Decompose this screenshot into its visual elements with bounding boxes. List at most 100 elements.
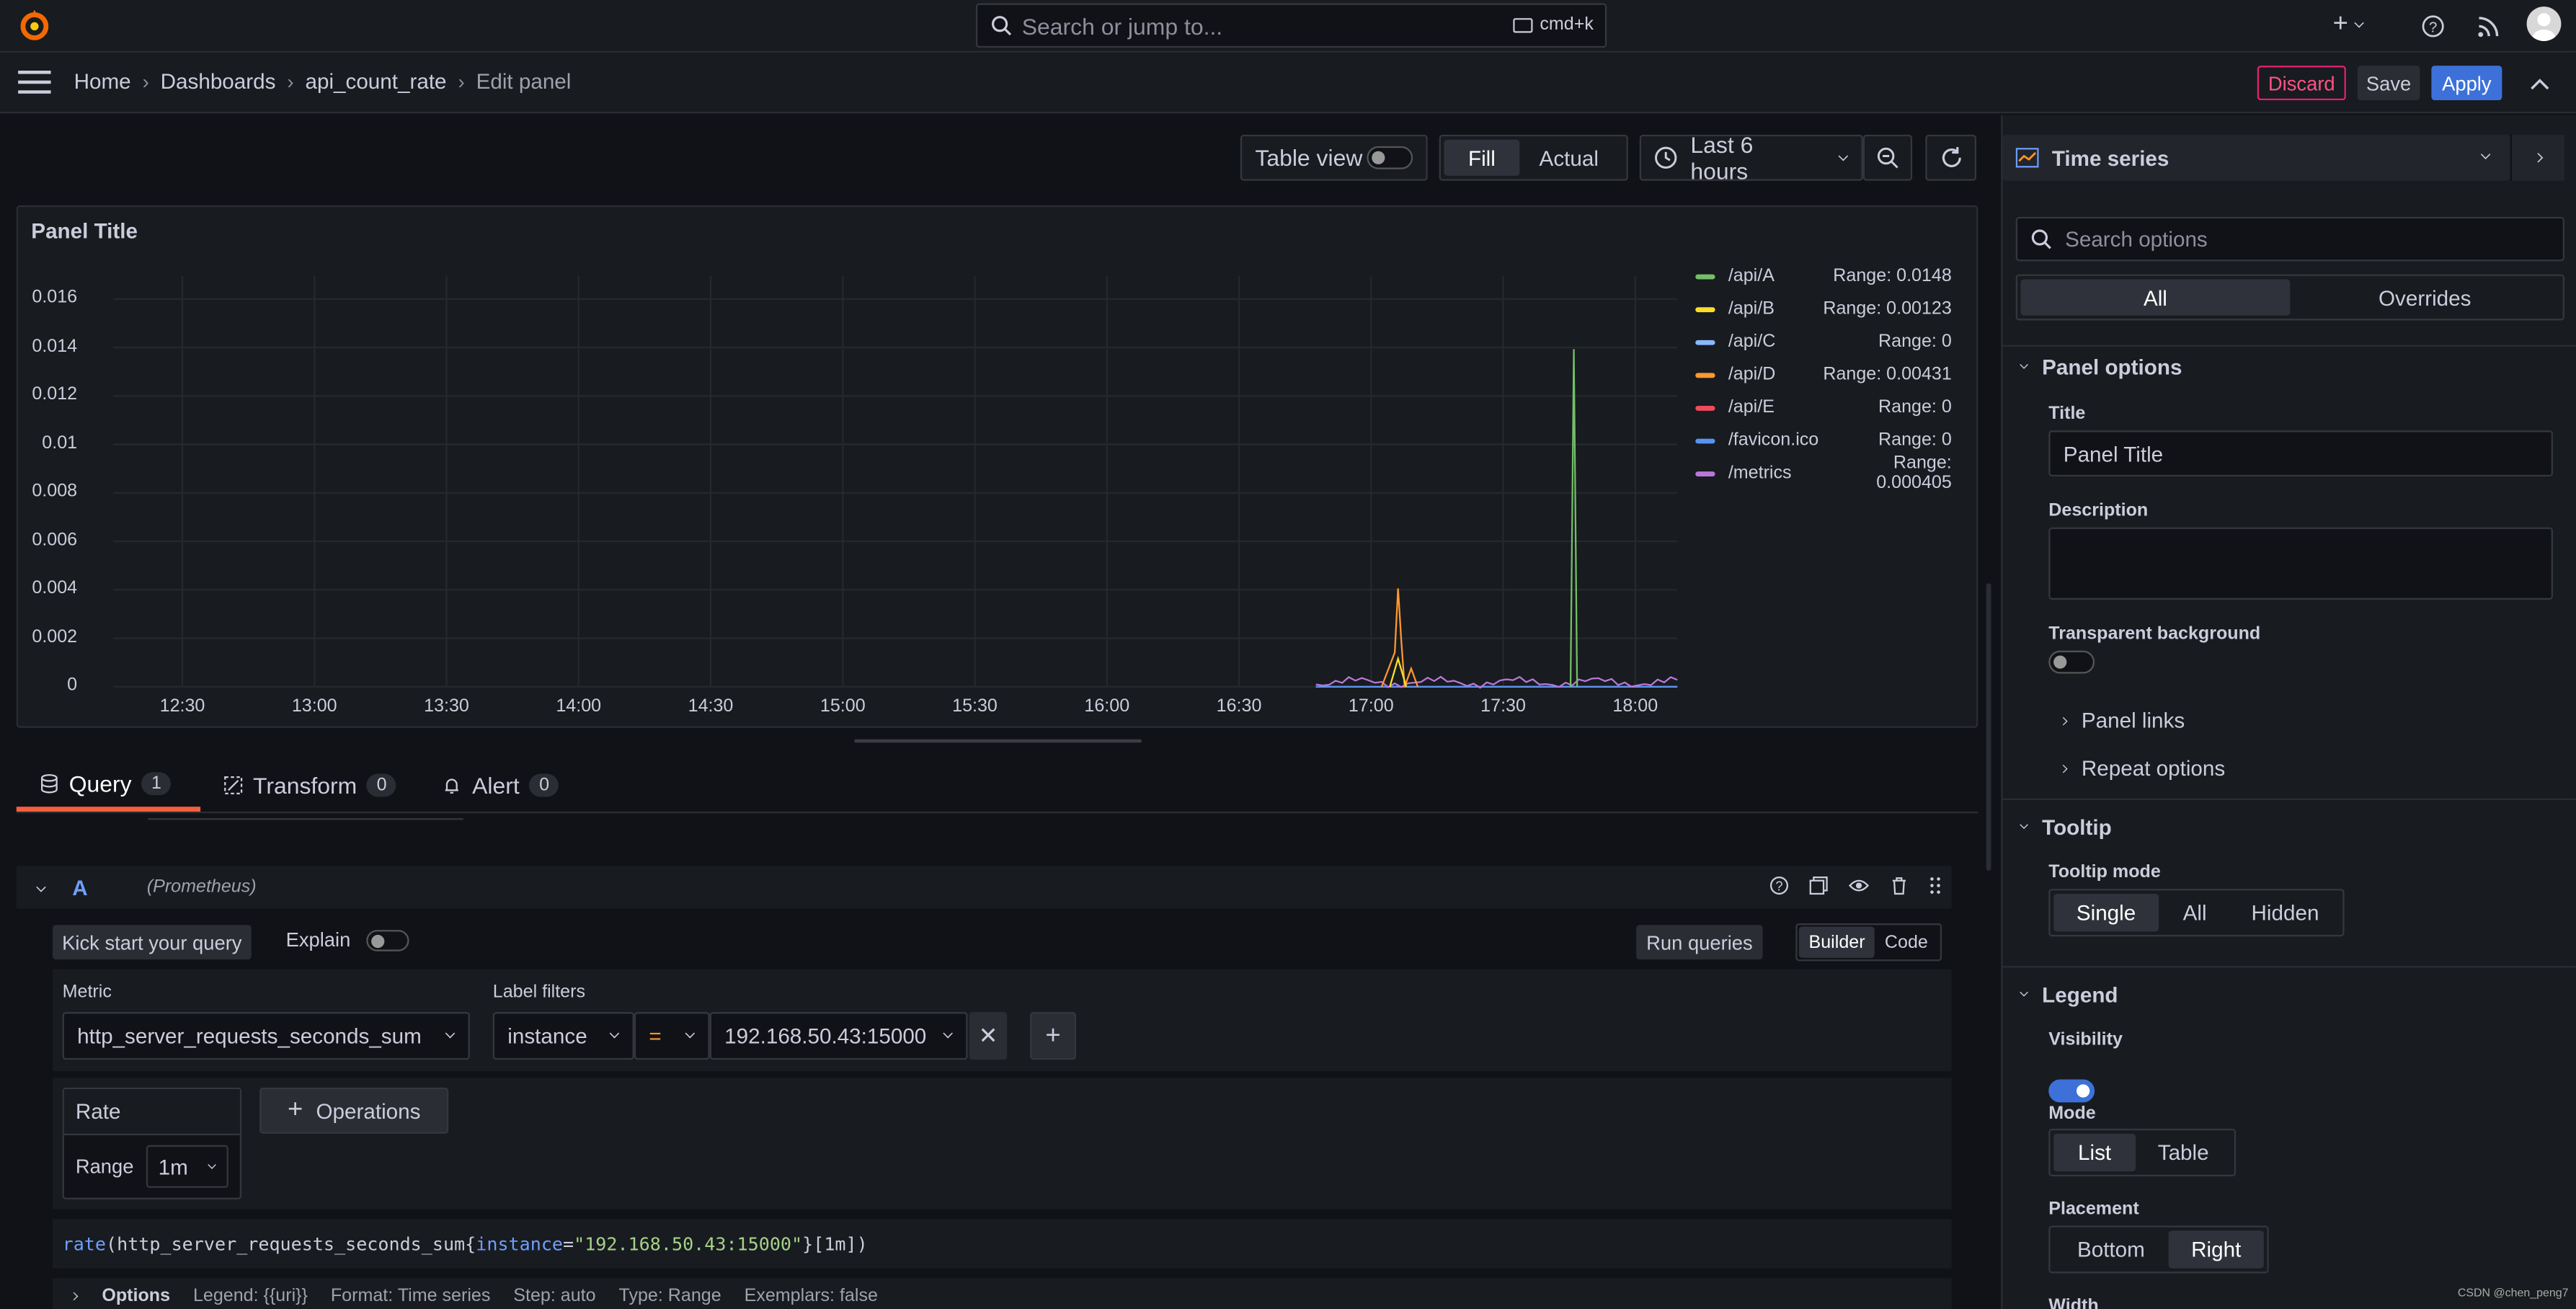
legend-visibility-switch[interactable] [2048,1079,2095,1103]
description-textarea[interactable] [2048,527,2554,600]
trash-icon[interactable] [1889,876,1909,895]
legend-item[interactable]: /api/A Range: 0.0148 [1695,259,1952,293]
resize-handle[interactable] [854,739,1142,743]
remove-filter-button[interactable]: ✕ [969,1012,1008,1060]
tab-query[interactable]: Query 1 [16,760,201,811]
user-avatar[interactable] [2526,6,2562,41]
legend-item[interactable]: /favicon.ico Range: 0 [1695,424,1952,457]
promql-paren-close: ) [856,1233,868,1255]
discard-button[interactable]: Discard [2257,66,2346,101]
options-divider [2002,966,2576,968]
title-input[interactable]: Panel Title [2048,430,2554,476]
visualization-picker[interactable]: Time series [2002,134,2510,181]
legend-swatch [1695,372,1715,378]
apply-button[interactable]: Apply [2431,66,2502,101]
options-search-input[interactable]: Search options [2015,216,2564,262]
time-picker[interactable]: Last 6 hours [1639,131,1863,184]
legend-header[interactable]: Legend [2019,982,2118,1007]
zoom-out-button[interactable] [1862,134,1913,181]
all-option[interactable]: All [2020,279,2291,316]
query-options-row[interactable]: Options Legend: {{uri}} Format: Time ser… [52,1278,1952,1309]
placement-bottom-option[interactable]: Bottom [2053,1230,2169,1268]
visualization-name: Time series [2051,145,2169,170]
tab-transform[interactable]: Transform 0 [200,760,419,809]
transparent-switch[interactable] [2048,650,2095,674]
help-icon[interactable]: ? [1769,876,1789,895]
tooltip-hidden-option[interactable]: Hidden [2231,894,2339,931]
save-button[interactable]: Save [2357,66,2420,101]
explain-toggle[interactable]: Explain [286,928,410,951]
editor-mode-group: Builder Code [1795,923,1942,962]
fill-option[interactable]: Fill [1444,139,1520,176]
drag-handle-icon[interactable] [1929,876,1942,895]
plus-icon: + [2332,9,2348,38]
breadcrumb-dashboards[interactable]: Dashboards [161,69,276,94]
news-rss-icon[interactable] [2476,13,2502,39]
chevron-down-icon [2020,820,2028,830]
chevron-down-icon [445,1028,456,1039]
tab-query-label: Query [68,769,132,797]
table-view-switch[interactable] [1367,146,1413,169]
legend-item[interactable]: /metrics Range: 0.000405 [1695,453,1952,493]
legend-item[interactable]: /api/C Range: 0 [1695,325,1952,358]
actual-option[interactable]: Actual [1519,140,1618,176]
kick-start-button[interactable]: Kick start your query [52,925,252,960]
legend-item[interactable]: /api/E Range: 0 [1695,391,1952,424]
duplicate-icon[interactable] [1809,876,1829,895]
grafana-logo-icon[interactable] [17,6,53,43]
panel-options-header[interactable]: Panel options [2019,355,2182,380]
metric-section: Metric http_server_requests_seconds_sum … [52,969,1952,1072]
query-ref[interactable]: A [72,875,87,900]
editor-scrollbar[interactable] [1986,583,1991,871]
promql-preview: rate(http_server_requests_seconds_sum{in… [52,1219,1952,1269]
explain-switch[interactable] [367,928,410,951]
refresh-button[interactable] [1925,134,1976,181]
fill-actual-group: Fill Actual [1439,134,1628,181]
help-icon[interactable]: ? [2420,13,2446,39]
operation-card-rate: Rate Range 1m [62,1087,242,1199]
repeat-options-header[interactable]: Repeat options [2058,755,2225,781]
chevron-down-icon [2020,988,2028,997]
plus-icon: + [1045,1021,1061,1050]
breadcrumb-dashboard[interactable]: api_count_rate [305,69,446,94]
top-bar: Search or jump to... cmd+k + ? [0,0,2576,53]
eye-icon[interactable] [1848,876,1870,895]
tab-alert[interactable]: Alert 0 [419,760,582,809]
metric-select[interactable]: http_server_requests_seconds_sum [62,1012,470,1060]
label-key-select[interactable]: instance [492,1012,634,1060]
legend-item[interactable]: /api/D Range: 0.00431 [1695,358,1952,391]
table-view-toggle[interactable]: Table view [1240,134,1428,181]
collapse-icon[interactable] [2528,72,2551,95]
breadcrumb-home[interactable]: Home [74,69,131,94]
collapse-query-icon[interactable] [36,882,46,892]
menu-icon[interactable] [18,69,51,95]
legend-table-option[interactable]: Table [2136,1134,2231,1171]
panel-links-header[interactable]: Panel links [2058,708,2185,733]
operation-name[interactable]: Rate [63,1089,240,1135]
code-option[interactable]: Code [1875,927,1937,958]
close-options-button[interactable] [2510,134,2564,181]
search-input[interactable]: Search or jump to... cmd+k [975,3,1607,48]
label-value-select[interactable]: 192.168.50.43:15000 [709,1012,968,1060]
search-icon [990,15,1012,37]
tab-alert-count: 0 [529,773,559,797]
chevron-down-icon [2355,17,2365,27]
svg-text:?: ? [1775,878,1782,893]
label-operator-select[interactable]: = [634,1012,710,1060]
overrides-option[interactable]: Overrides [2290,279,2559,315]
legend-list-option[interactable]: List [2053,1133,2136,1172]
add-operation-button[interactable]: + Operations [259,1087,449,1134]
tooltip-header[interactable]: Tooltip [2019,815,2112,840]
tooltip-single-option[interactable]: Single [2053,893,2159,932]
legend-item[interactable]: /api/B Range: 0.00123 [1695,293,1952,326]
add-filter-button[interactable]: + [1030,1012,1076,1060]
step-info: Step: auto [513,1286,596,1307]
placement-right-option[interactable]: Right [2168,1230,2264,1269]
builder-option[interactable]: Builder [1798,926,1875,958]
new-menu-button[interactable]: + [2332,9,2365,38]
legend-series-name: /api/E [1728,397,1775,417]
tooltip-all-option[interactable]: All [2159,894,2231,931]
run-queries-button[interactable]: Run queries [1636,925,1763,960]
range-select[interactable]: 1m [146,1145,229,1188]
keyboard-icon [1513,17,1534,32]
